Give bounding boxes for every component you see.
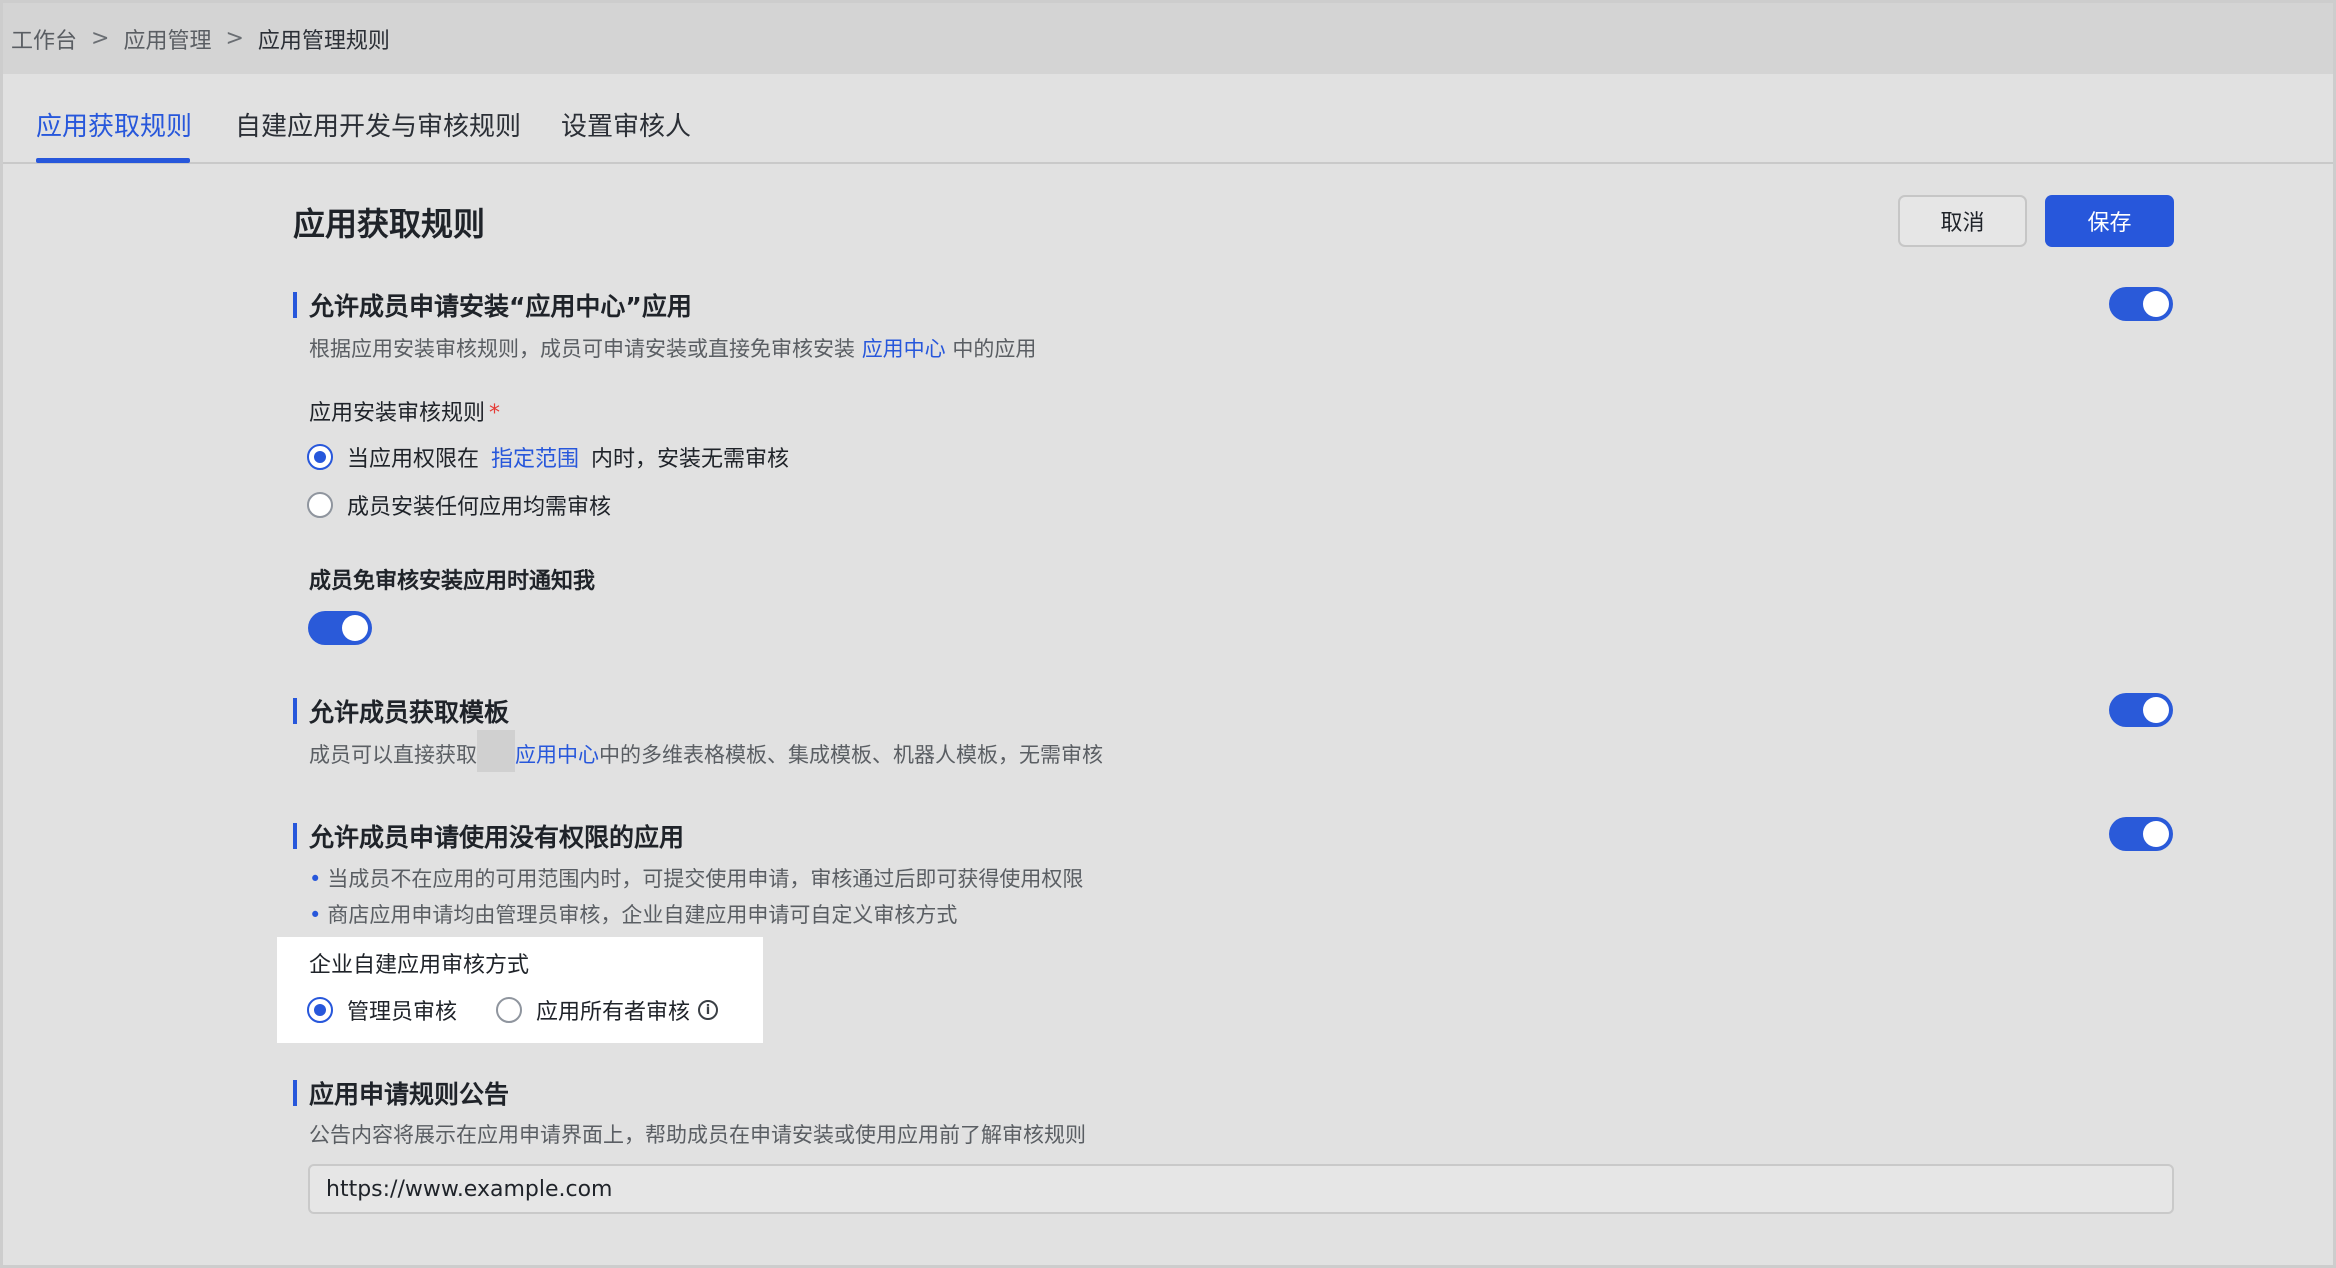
bullet-text: 当成员不在应用的可用范围内时，可提交使用申请，审核通过后即可获得使用权限	[327, 867, 1084, 891]
breadcrumb: 工作台 > 应用管理 > 应用管理规则	[3, 3, 2333, 74]
info-icon[interactable]: i	[698, 1000, 719, 1020]
toggle-knob	[342, 615, 368, 641]
install-desc-suffix: 中的应用	[952, 337, 1037, 361]
app-center-link-2[interactable]: 应用中心	[515, 743, 599, 767]
option2-label: 成员安装任何应用均需审核	[347, 495, 612, 520]
section-title-template-text: 允许成员获取模板	[309, 698, 510, 727]
review-option-owner[interactable]: 应用所有者审核 i	[496, 994, 719, 1026]
install-toggle[interactable]	[2109, 287, 2173, 321]
active-tab-indicator	[36, 158, 190, 163]
save-button[interactable]: 保存	[2045, 195, 2174, 247]
section-title-install: 允许成员申请安装“应用中心”应用	[293, 287, 692, 323]
template-toggle[interactable]	[2109, 693, 2173, 727]
required-mark: *	[489, 401, 501, 426]
radio-button[interactable]	[496, 997, 522, 1023]
option1-suffix: 内时，安装无需审核	[591, 447, 790, 472]
bullet-dot: •	[309, 903, 322, 927]
review-method-label: 企业自建应用审核方式	[309, 953, 530, 978]
bullet-dot: •	[309, 867, 322, 891]
noperm-bullet-1: • 当成员不在应用的可用范围内时，可提交使用申请，审核通过后即可获得使用权限	[309, 863, 1083, 893]
toggle-knob	[2143, 291, 2169, 317]
toggle-knob	[2143, 697, 2169, 723]
template-description: 成员可以直接获取 应用中心中的多维表格模板、集成模板、机器人模板，无需审核	[309, 730, 1103, 772]
install-rule-option-2[interactable]: 成员安装任何应用均需审核	[307, 489, 611, 521]
notice-description: 公告内容将展示在应用申请界面上，帮助成员在申请安装或使用应用前了解审核规则	[309, 1123, 1086, 1147]
review-option-admin-label: 管理员审核	[347, 1000, 458, 1025]
specified-scope-link[interactable]: 指定范围	[491, 441, 579, 473]
section-title-notice: 应用申请规则公告	[293, 1075, 509, 1111]
tab-custom-app-dev-review-rules[interactable]: 自建应用开发与审核规则	[235, 106, 521, 143]
section-accent-bar	[293, 698, 297, 724]
section-title-template: 允许成员获取模板	[293, 693, 509, 729]
radio-button[interactable]	[307, 492, 333, 518]
bullet-text: 商店应用申请均由管理员审核，企业自建应用申请可自定义审核方式	[327, 903, 958, 927]
tab-set-reviewer[interactable]: 设置审核人	[561, 106, 691, 143]
install-rule-option-1[interactable]: 当应用权限在 指定范围 内时，安装无需审核	[307, 441, 789, 473]
tab-app-acquisition-rules[interactable]: 应用获取规则	[36, 106, 192, 143]
section-title-noperm-text: 允许成员申请使用没有权限的应用	[309, 823, 685, 852]
toggle-knob	[2143, 821, 2169, 847]
notice-url-input[interactable]: https://www.example.com	[308, 1164, 2174, 1214]
section-title-notice-text: 应用申请规则公告	[309, 1080, 510, 1109]
cancel-button[interactable]: 取消	[1898, 195, 2027, 247]
noperm-toggle[interactable]	[2109, 817, 2173, 851]
chevron-right-icon: >	[91, 26, 110, 51]
notice-url-value: https://www.example.com	[326, 1176, 613, 1202]
option1-prefix: 当应用权限在	[347, 447, 480, 472]
notify-toggle[interactable]	[308, 611, 372, 645]
review-option-owner-label: 应用所有者审核	[536, 1000, 691, 1025]
section-accent-bar	[293, 823, 297, 849]
section-accent-bar	[293, 292, 297, 318]
install-description: 根据应用安装审核规则，成员可申请安装或直接免审核安装 应用中心 中的应用	[309, 333, 1036, 363]
breadcrumb-item-app-management[interactable]: 应用管理	[123, 23, 211, 55]
section-title-install-text: 允许成员申请安装“应用中心”应用	[309, 292, 692, 321]
redacted-block	[477, 730, 515, 772]
install-rule-label: 应用安装审核规则 *	[309, 395, 500, 427]
template-desc-text: 成员可以直接获取	[309, 743, 477, 767]
app-center-link[interactable]: 应用中心	[862, 337, 946, 361]
section-title-noperm: 允许成员申请使用没有权限的应用	[293, 818, 684, 854]
page-title: 应用获取规则	[293, 205, 486, 243]
tab-bar: 应用获取规则 自建应用开发与审核规则 设置审核人	[3, 74, 2333, 164]
noperm-bullet-2: • 商店应用申请均由管理员审核，企业自建应用申请可自定义审核方式	[309, 899, 957, 929]
review-option-admin[interactable]: 管理员审核	[307, 994, 457, 1026]
radio-button-checked[interactable]	[307, 997, 333, 1023]
chevron-right-icon: >	[225, 26, 244, 51]
radio-button-checked[interactable]	[307, 444, 333, 470]
install-desc-text: 根据应用安装审核规则，成员可申请安装或直接免审核安装	[309, 337, 855, 361]
breadcrumb-item-workbench[interactable]: 工作台	[11, 23, 77, 55]
section-accent-bar	[293, 1080, 297, 1106]
breadcrumb-item-current: 应用管理规则	[257, 28, 390, 54]
app-window: 工作台 > 应用管理 > 应用管理规则 应用获取规则 自建应用开发与审核规则 设…	[0, 0, 2336, 1268]
install-rule-label-text: 应用安装审核规则	[309, 401, 486, 426]
notify-label: 成员免审核安装应用时通知我	[309, 569, 596, 594]
template-desc-suffix: 中的多维表格模板、集成模板、机器人模板，无需审核	[599, 743, 1103, 767]
